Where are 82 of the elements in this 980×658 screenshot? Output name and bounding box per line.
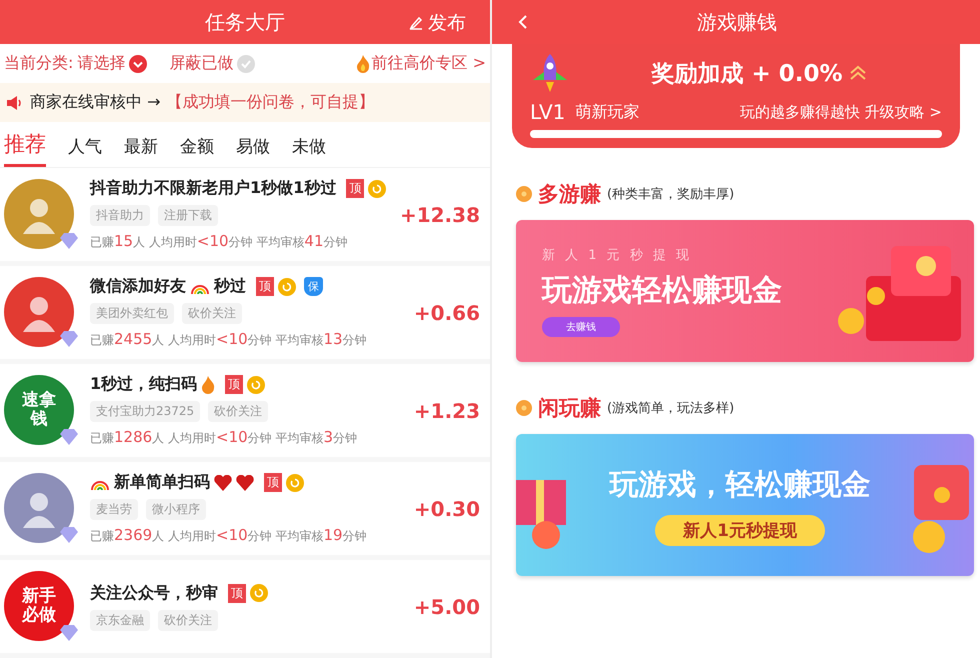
task-stats: 已赚15人 人均用时<10分钟 平均审核41分钟 (90, 232, 348, 251)
section-subtitle: (种类丰富，奖励丰厚) (607, 186, 734, 203)
reward-amount: +12.38 (400, 202, 480, 226)
reward-amount: +0.30 (414, 496, 480, 520)
refresh-icon (247, 376, 266, 394)
top-badge: 顶 (346, 179, 364, 198)
refresh-icon (250, 584, 268, 602)
section-title: 多游赚 (538, 181, 601, 208)
task-tag: 支付宝助力23725 (90, 401, 200, 422)
reward-amount: +5.00 (414, 594, 480, 618)
promo-banner[interactable]: 新 人 1 元 秒 提 现 玩游戏轻松赚现金 去赚钱 (516, 220, 974, 362)
task-tag: 砍价关注 (182, 303, 242, 324)
task-tag: 微小程序 (146, 499, 206, 520)
notice-highlight: 【成功填一份问卷，可自提】 (166, 92, 374, 113)
promo-banner[interactable]: 玩游戏，轻松赚现金 新人1元秒提现 (516, 434, 974, 576)
chevron-down-icon (129, 54, 148, 72)
sort-tab[interactable]: 未做 (292, 135, 326, 167)
diamond-icon (60, 526, 78, 542)
task-tag: 抖音助力 (90, 205, 150, 226)
diamond-icon (60, 232, 78, 248)
earn-button[interactable]: 去赚钱 (542, 316, 620, 336)
task-tag: 美团外卖红包 (90, 303, 174, 324)
task-title: 抖音助力不限新老用户1秒做1秒过 (90, 178, 336, 199)
page-title: 任务大厅 (205, 8, 285, 36)
refresh-icon (278, 278, 296, 296)
diamond-icon (60, 330, 78, 346)
refresh-icon (368, 180, 386, 198)
banner-caption: 新 人 1 元 秒 提 现 (542, 246, 692, 264)
reward-amount: +0.66 (414, 300, 480, 324)
sort-tab[interactable]: 人气 (68, 135, 102, 167)
reward-amount: +1.23 (414, 398, 480, 422)
guarantee-badge: 保 (304, 277, 323, 296)
top-badge: 顶 (225, 375, 244, 394)
sort-tab[interactable]: 推荐 (4, 130, 46, 167)
task-title: 微信添加好友 (90, 276, 186, 297)
top-badge: 顶 (264, 473, 282, 492)
task-title: 秒过 (214, 276, 246, 297)
task-tag: 麦当劳 (90, 499, 138, 520)
category-dropdown[interactable]: 请选择 (77, 53, 148, 74)
rank-name: 萌新玩家 (575, 102, 640, 122)
task-title: 1秒过，纯扫码 (90, 374, 198, 395)
task-stats: 已赚1286人 人均用时<10分钟 平均审核3分钟 (90, 428, 358, 447)
avatar-text: 速拿钱 (20, 390, 57, 428)
page-title: 游戏赚钱 (697, 8, 777, 36)
task-stats: 已赚2455人 人均用时<10分钟 平均审核13分钟 (90, 330, 368, 349)
pen-icon (408, 15, 424, 31)
task-tag: 注册下载 (158, 205, 218, 226)
sort-tab[interactable]: 易做 (236, 135, 270, 167)
bonus-title: 奖励加成 + 0.0% (651, 60, 843, 88)
task-title: 新单简单扫码 (114, 472, 210, 493)
heart-icon (236, 474, 254, 490)
sort-tab[interactable]: 最新 (124, 135, 158, 167)
high-price-link[interactable]: 前往高价专区 > (372, 53, 486, 74)
task-tag: 京东金融 (90, 610, 150, 630)
banner-headline: 玩游戏轻松赚现金 (542, 272, 782, 310)
heart-icon (214, 474, 232, 490)
double-chevron-up-icon (848, 65, 867, 81)
notice-text: 商家在线审核中 → (30, 92, 160, 113)
task-stats: 已赚2369人 人均用时<10分钟 平均审核19分钟 (90, 526, 368, 545)
upgrade-guide-link[interactable]: 玩的越多赚得越快 升级攻略 > (740, 102, 942, 122)
level-label: LV1 (530, 100, 566, 124)
task-title: 关注公众号，秒审 (90, 582, 218, 604)
top-badge: 顶 (256, 277, 274, 296)
category-label: 当前分类: (4, 53, 74, 74)
banner-headline: 玩游戏，轻松赚现金 (610, 466, 870, 502)
avatar-text: 新手必做 (20, 586, 57, 624)
diamond-icon (60, 624, 78, 640)
task-tag: 砍价关注 (158, 610, 218, 630)
fire-icon (356, 54, 370, 72)
diamond-icon (60, 428, 78, 444)
coin-icon (516, 400, 532, 416)
refresh-icon (286, 474, 304, 492)
section-title: 闲玩赚 (538, 395, 601, 422)
fire-icon (201, 376, 216, 394)
top-badge: 顶 (228, 584, 246, 602)
coin-icon (516, 186, 532, 202)
hide-done-toggle[interactable]: 屏蔽已做 (169, 53, 256, 74)
section-subtitle: (游戏简单，玩法多样) (607, 400, 734, 417)
withdraw-button[interactable]: 新人1元秒提现 (655, 514, 825, 546)
publish-button[interactable]: 发布 (404, 6, 470, 40)
task-tag: 砍价关注 (208, 401, 268, 422)
sort-tab[interactable]: 金额 (180, 135, 214, 167)
